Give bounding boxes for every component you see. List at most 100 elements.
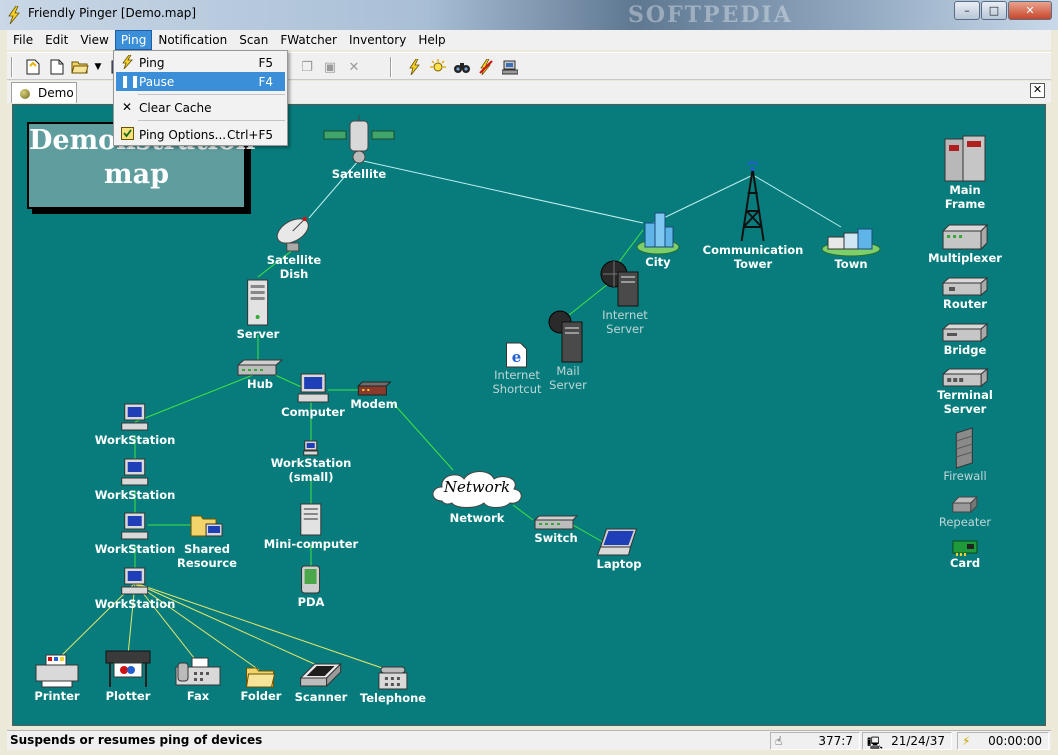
- menu-help[interactable]: Help: [412, 30, 451, 50]
- fax-label: Fax: [186, 689, 210, 703]
- menu-item-ping[interactable]: Ping F5: [116, 53, 285, 72]
- modem-label: Modem: [350, 397, 398, 411]
- tab-demo[interactable]: Demo: [11, 82, 77, 103]
- node-communication-tower[interactable]: Communication Tower: [703, 161, 803, 271]
- menu-inventory[interactable]: Inventory: [343, 30, 412, 50]
- scanner-icon: [299, 662, 343, 688]
- node-internet-shortcut[interactable]: e Internet Shortcut: [492, 342, 542, 396]
- node-mail-server[interactable]: Mail Server: [546, 310, 590, 392]
- city-icon: [636, 212, 680, 255]
- node-card[interactable]: Card: [950, 540, 980, 570]
- node-workstation-4[interactable]: WorkStation: [95, 567, 175, 611]
- terminal-server-label-2: Server: [943, 402, 987, 416]
- mini-computer-label: Mini-computer: [263, 537, 359, 551]
- node-firewall[interactable]: Firewall: [943, 427, 987, 483]
- node-plotter[interactable]: Plotter: [104, 647, 152, 703]
- node-hub[interactable]: Hub: [236, 359, 284, 391]
- firewall-label: Firewall: [943, 469, 987, 483]
- internet-shortcut-label-2: Shortcut: [492, 382, 542, 396]
- node-satellite[interactable]: Satellite: [322, 115, 396, 181]
- minimize-button[interactable]: –: [954, 1, 980, 20]
- node-switch[interactable]: Switch: [533, 515, 579, 545]
- workstation-icon: [121, 567, 149, 595]
- node-folder[interactable]: Folder: [241, 665, 281, 703]
- menu-ping[interactable]: Ping: [114, 30, 153, 50]
- node-bridge[interactable]: Bridge: [941, 323, 989, 357]
- node-telephone[interactable]: Telephone: [360, 665, 426, 705]
- title-bar: Friendly Pinger [Demo.map] SOFTPEDIA – □…: [0, 0, 1058, 30]
- node-satellite-dish[interactable]: Satellite Dish: [267, 213, 321, 281]
- node-printer[interactable]: Printer: [34, 653, 80, 703]
- node-network[interactable]: Network: [450, 511, 505, 525]
- telephone-label: Telephone: [359, 691, 427, 705]
- menu-file[interactable]: File: [7, 30, 39, 50]
- binoculars-icon[interactable]: [453, 58, 471, 76]
- node-shared-resource[interactable]: Shared Resource: [177, 512, 237, 570]
- node-mini-computer[interactable]: Mini-computer: [264, 503, 358, 551]
- close-button[interactable]: ✕: [1008, 1, 1052, 20]
- satellite-icon: [323, 115, 395, 164]
- ping-lightning-icon[interactable]: [405, 58, 423, 76]
- town-icon: [821, 228, 881, 257]
- menu-item-clear-cache[interactable]: ✕ Clear Cache: [116, 98, 285, 117]
- node-workstation-1[interactable]: WorkStation: [95, 403, 175, 447]
- node-router[interactable]: Router: [941, 277, 989, 311]
- copy-icon[interactable]: ❐: [298, 58, 316, 76]
- status-counts-panel: 🖳 21/24/37: [862, 732, 952, 750]
- main-frame-label-2: Frame: [944, 197, 986, 211]
- node-computer[interactable]: Computer: [281, 373, 345, 419]
- router-label: Router: [943, 297, 987, 311]
- status-timer: 00:00:00: [988, 734, 1042, 748]
- network-map[interactable]: Demonstration map Satellite Satellite Di…: [12, 104, 1046, 726]
- node-workstation-3[interactable]: WorkStation: [95, 512, 175, 556]
- telephone-icon: [378, 666, 408, 690]
- ping-dropdown-menu: Ping F5 ❚❚ Pause F4 ✕ Clear Cache Ping O…: [113, 50, 288, 146]
- delete-icon[interactable]: ✕: [345, 58, 363, 76]
- maximize-button[interactable]: □: [981, 1, 1007, 20]
- new-map-icon[interactable]: [24, 58, 42, 76]
- menu-item-pause[interactable]: ❚❚ Pause F4: [116, 72, 285, 91]
- scanner-network-icon[interactable]: [501, 58, 519, 76]
- workstation-small-icon: [303, 440, 319, 456]
- open-folder-icon[interactable]: [71, 58, 89, 76]
- new-document-icon[interactable]: [48, 58, 66, 76]
- main-frame-label-1: Main: [949, 183, 981, 197]
- node-scanner[interactable]: Scanner: [295, 660, 347, 704]
- router-icon: [941, 277, 989, 297]
- node-pda[interactable]: PDA: [298, 565, 324, 609]
- menu-view[interactable]: View: [74, 30, 114, 50]
- communication-tower-icon: [741, 161, 765, 242]
- node-workstation-2[interactable]: WorkStation: [95, 458, 175, 502]
- menu-scan[interactable]: Scan: [233, 30, 274, 50]
- map-status-dot-icon: [20, 89, 30, 99]
- menu-fwatcher[interactable]: FWatcher: [274, 30, 343, 50]
- node-internet-server[interactable]: Internet Server: [600, 260, 650, 336]
- repeater-label: Repeater: [938, 515, 992, 529]
- close-tab-icon[interactable]: ✕: [1030, 83, 1045, 98]
- stop-ping-icon[interactable]: [477, 58, 495, 76]
- watermark: SOFTPEDIA: [628, 2, 793, 28]
- node-town[interactable]: Town: [820, 223, 882, 271]
- menu-notification[interactable]: Notification: [152, 30, 233, 50]
- node-fax[interactable]: Fax: [174, 657, 222, 703]
- node-workstation-small[interactable]: WorkStation (small): [271, 440, 351, 484]
- node-multiplexer[interactable]: Multiplexer: [928, 223, 1002, 265]
- node-terminal-server[interactable]: Terminal Server: [937, 368, 993, 416]
- open-dropdown-arrow-icon[interactable]: ▼: [93, 58, 103, 76]
- menu-item-ping-options[interactable]: Ping Options... Ctrl+F5: [116, 125, 285, 144]
- menu-edit[interactable]: Edit: [39, 30, 74, 50]
- node-modem[interactable]: Modem: [350, 381, 398, 411]
- status-message: Suspends or resumes ping of devices: [10, 733, 263, 747]
- shared-resource-label-1: Shared: [184, 542, 230, 556]
- paste-icon[interactable]: ▣: [321, 58, 339, 76]
- alarm-bulb-icon[interactable]: [429, 58, 447, 76]
- node-server[interactable]: Server: [237, 279, 279, 341]
- computer-label: Computer: [281, 405, 345, 419]
- node-laptop[interactable]: Laptop: [597, 527, 641, 571]
- node-repeater[interactable]: Repeater: [939, 493, 991, 529]
- computer-icon: [297, 373, 329, 403]
- status-counts: 21/24/37: [891, 734, 945, 748]
- node-main-frame[interactable]: Main Frame: [941, 135, 989, 211]
- network-cloud[interactable]: Network: [428, 467, 526, 509]
- workstation-icon: [121, 403, 149, 431]
